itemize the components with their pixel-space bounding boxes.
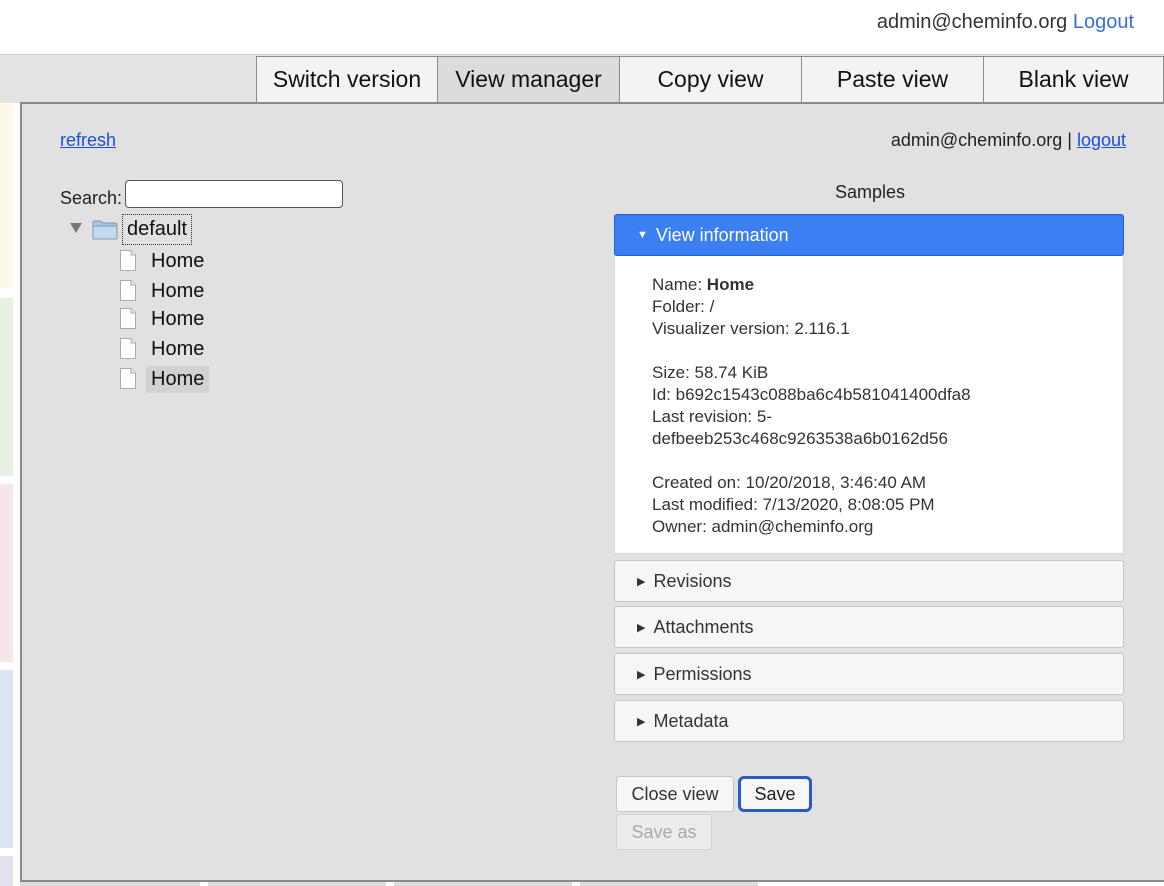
tree-item[interactable]: Home <box>120 336 240 364</box>
info-owner: Owner: admin@cheminfo.org <box>652 517 874 536</box>
panel-logout-link[interactable]: logout <box>1077 130 1126 150</box>
accordion-attachments[interactable]: ▶ Attachments <box>614 606 1124 648</box>
background-strip-green <box>0 298 13 476</box>
accordion-label: Permissions <box>653 663 752 684</box>
accordion-permissions[interactable]: ▶ Permissions <box>614 653 1124 695</box>
info-last-modified: Last modified: 7/13/2020, 8:08:05 PM <box>652 495 935 514</box>
document-icon <box>120 338 136 359</box>
background-strip-lavender <box>0 856 13 886</box>
document-icon <box>120 280 136 301</box>
expand-arrow-icon[interactable] <box>70 223 82 233</box>
accordion-revisions[interactable]: ▶ Revisions <box>614 560 1124 602</box>
tree-item[interactable]: Home <box>120 278 240 306</box>
refresh-link[interactable]: refresh <box>60 130 116 151</box>
info-last-revision-hash: defbeeb253c468c9263538a6b0162d56 <box>652 429 948 448</box>
toolbar: Switch version View manager Copy view Pa… <box>0 54 1164 103</box>
caret-right-icon: ▶ <box>637 715 646 728</box>
folder-icon <box>92 220 118 240</box>
accordion-label: View information <box>655 224 789 245</box>
tab-blank-view[interactable]: Blank view <box>983 56 1164 102</box>
accordion-label: Metadata <box>653 710 729 731</box>
caret-right-icon: ▶ <box>637 668 646 681</box>
view-manager-panel: refresh admin@cheminfo.org | logout Sear… <box>20 102 1164 882</box>
info-size: Size: 58.74 KiB <box>652 363 769 382</box>
info-id: Id: b692c1543c088ba6c4b581041400dfa8 <box>652 385 971 404</box>
info-name-value: Home <box>706 275 755 294</box>
tree-item-label[interactable]: Home <box>146 336 209 363</box>
view-information-content: Name: Home Folder: / Visualizer version:… <box>614 256 1124 554</box>
panel-user-info: admin@cheminfo.org | logout <box>891 130 1126 151</box>
tab-copy-view[interactable]: Copy view <box>619 56 802 102</box>
top-logout-link[interactable]: Logout <box>1073 11 1134 33</box>
tree-item-label[interactable]: Home <box>146 366 210 393</box>
accordion-metadata[interactable]: ▶ Metadata <box>614 700 1124 742</box>
top-user-email: admin@cheminfo.org <box>876 11 1068 33</box>
info-name-label: Name: <box>652 275 707 294</box>
separator: | <box>1067 130 1072 150</box>
info-folder: Folder: / <box>652 297 715 316</box>
background-strip-pink <box>0 484 13 662</box>
top-user-info: admin@cheminfo.org Logout <box>877 11 1134 34</box>
background-strip-yellow <box>0 104 13 288</box>
accordion-label: Revisions <box>653 570 732 591</box>
document-icon <box>120 308 136 329</box>
tree-item-label[interactable]: Home <box>146 278 209 305</box>
caret-right-icon: ▶ <box>637 575 646 588</box>
tree-item-label[interactable]: Home <box>146 306 209 333</box>
caret-right-icon: ▶ <box>637 621 646 634</box>
document-icon <box>120 368 136 389</box>
tree-item-selected[interactable]: Home <box>120 366 240 394</box>
search-input[interactable] <box>125 180 343 208</box>
tree-item-label[interactable]: Home <box>146 248 209 275</box>
info-visualizer-version: Visualizer version: 2.116.1 <box>652 319 850 338</box>
document-icon <box>120 250 136 271</box>
accordion-label: Attachments <box>653 616 754 637</box>
accordion-view-information[interactable]: ▼ View information <box>614 214 1124 256</box>
search-label: Search: <box>60 188 123 208</box>
top-user-bar: admin@cheminfo.org Logout <box>0 0 1164 46</box>
tab-view-manager[interactable]: View manager <box>437 56 620 102</box>
background-strip-blue <box>0 670 13 848</box>
caret-down-icon: ▼ <box>637 229 648 241</box>
tab-paste-view[interactable]: Paste view <box>801 56 984 102</box>
tab-switch-version[interactable]: Switch version <box>256 56 438 102</box>
info-name: Name: Home <box>652 274 1086 296</box>
tree-item[interactable]: Home <box>120 306 240 334</box>
tree-folder-default[interactable]: default <box>68 214 208 248</box>
info-created-on: Created on: 10/20/2018, 3:46:40 AM <box>652 473 927 492</box>
panel-user-email: admin@cheminfo.org <box>890 130 1063 150</box>
close-view-button[interactable]: Close view <box>616 776 734 812</box>
tree-folder-label[interactable]: default <box>122 214 193 245</box>
samples-title: Samples <box>834 182 906 202</box>
tree-item[interactable]: Home <box>120 248 240 276</box>
save-button[interactable]: Save <box>738 776 812 812</box>
info-last-revision: Last revision: 5- <box>652 407 772 426</box>
save-as-button[interactable]: Save as <box>616 814 712 850</box>
